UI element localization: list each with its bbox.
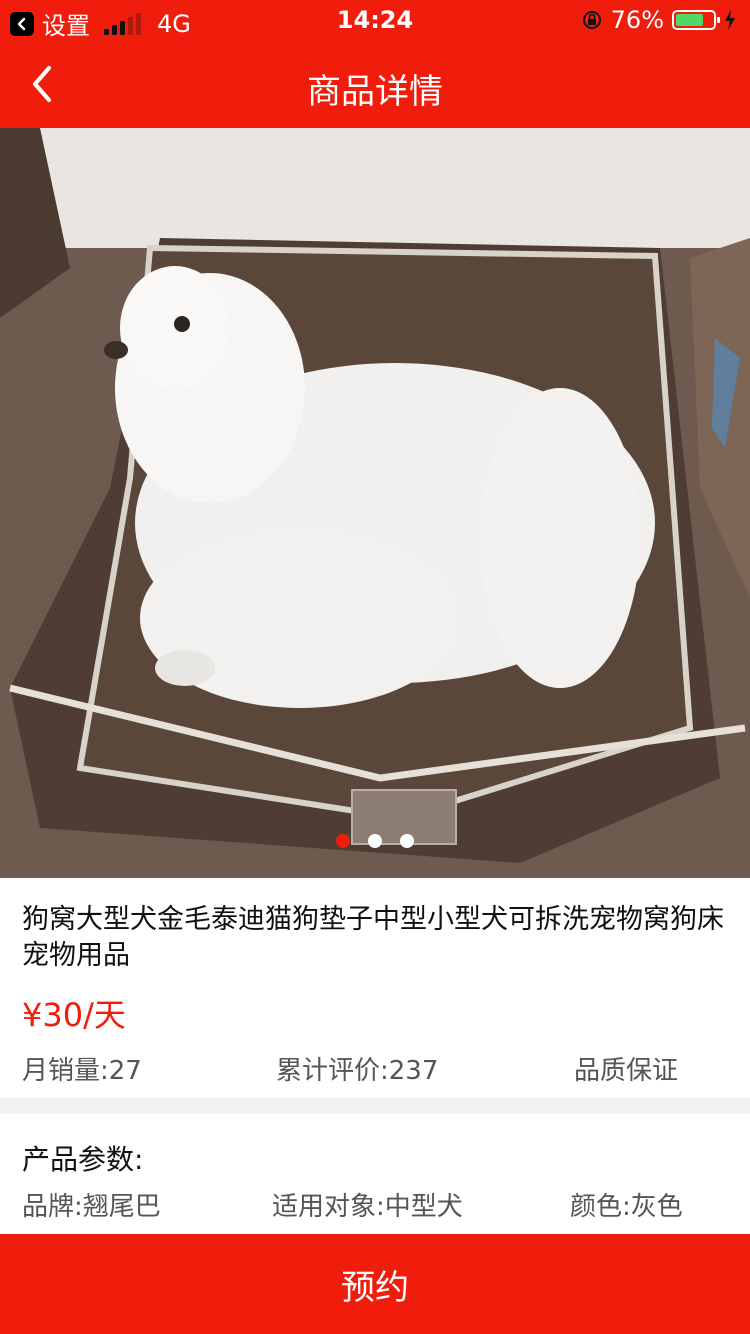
status-bar: 设置 4G 14:24 76% [0,0,750,40]
battery-icon [672,10,720,30]
product-photo [0,128,750,878]
battery-percent: 76% [610,6,664,34]
product-params-card: 产品参数: 品牌:翘尾巴 适用对象:中型犬 颜色:灰色 [0,1114,750,1234]
params-heading: 产品参数: [22,1143,144,1176]
product-price: ¥30/天 [22,996,126,1034]
product-image-carousel[interactable] [0,128,750,878]
product-info-card: 狗窝大型犬金毛泰迪猫狗垫子中型小型犬可拆洗宠物窝狗床宠物用品 ¥30/天 月销量… [0,878,750,1098]
monthly-sales: 月销量:27 [22,1056,142,1086]
charging-bolt-icon [725,10,735,30]
param-target: 适用对象:中型犬 [272,1192,463,1222]
param-brand: 品牌:翘尾巴 [22,1192,161,1222]
page-title: 商品详情 [307,72,443,112]
param-color: 颜色:灰色 [570,1192,683,1222]
carousel-dot[interactable] [368,834,382,848]
carousel-dot[interactable] [400,834,414,848]
carousel-dots [0,834,750,848]
orientation-lock-icon [582,11,601,29]
carousel-dot[interactable] [336,834,350,848]
status-right: 76% [581,6,736,34]
product-title: 狗窝大型犬金毛泰迪猫狗垫子中型小型犬可拆洗宠物窝狗床宠物用品 [22,904,724,971]
quality-guarantee: 品质保证 [574,1056,679,1086]
nav-bar: 商品详情 [0,40,750,128]
reserve-button[interactable]: 预约 [0,1234,750,1334]
total-reviews[interactable]: 累计评价:237 [276,1050,438,1087]
